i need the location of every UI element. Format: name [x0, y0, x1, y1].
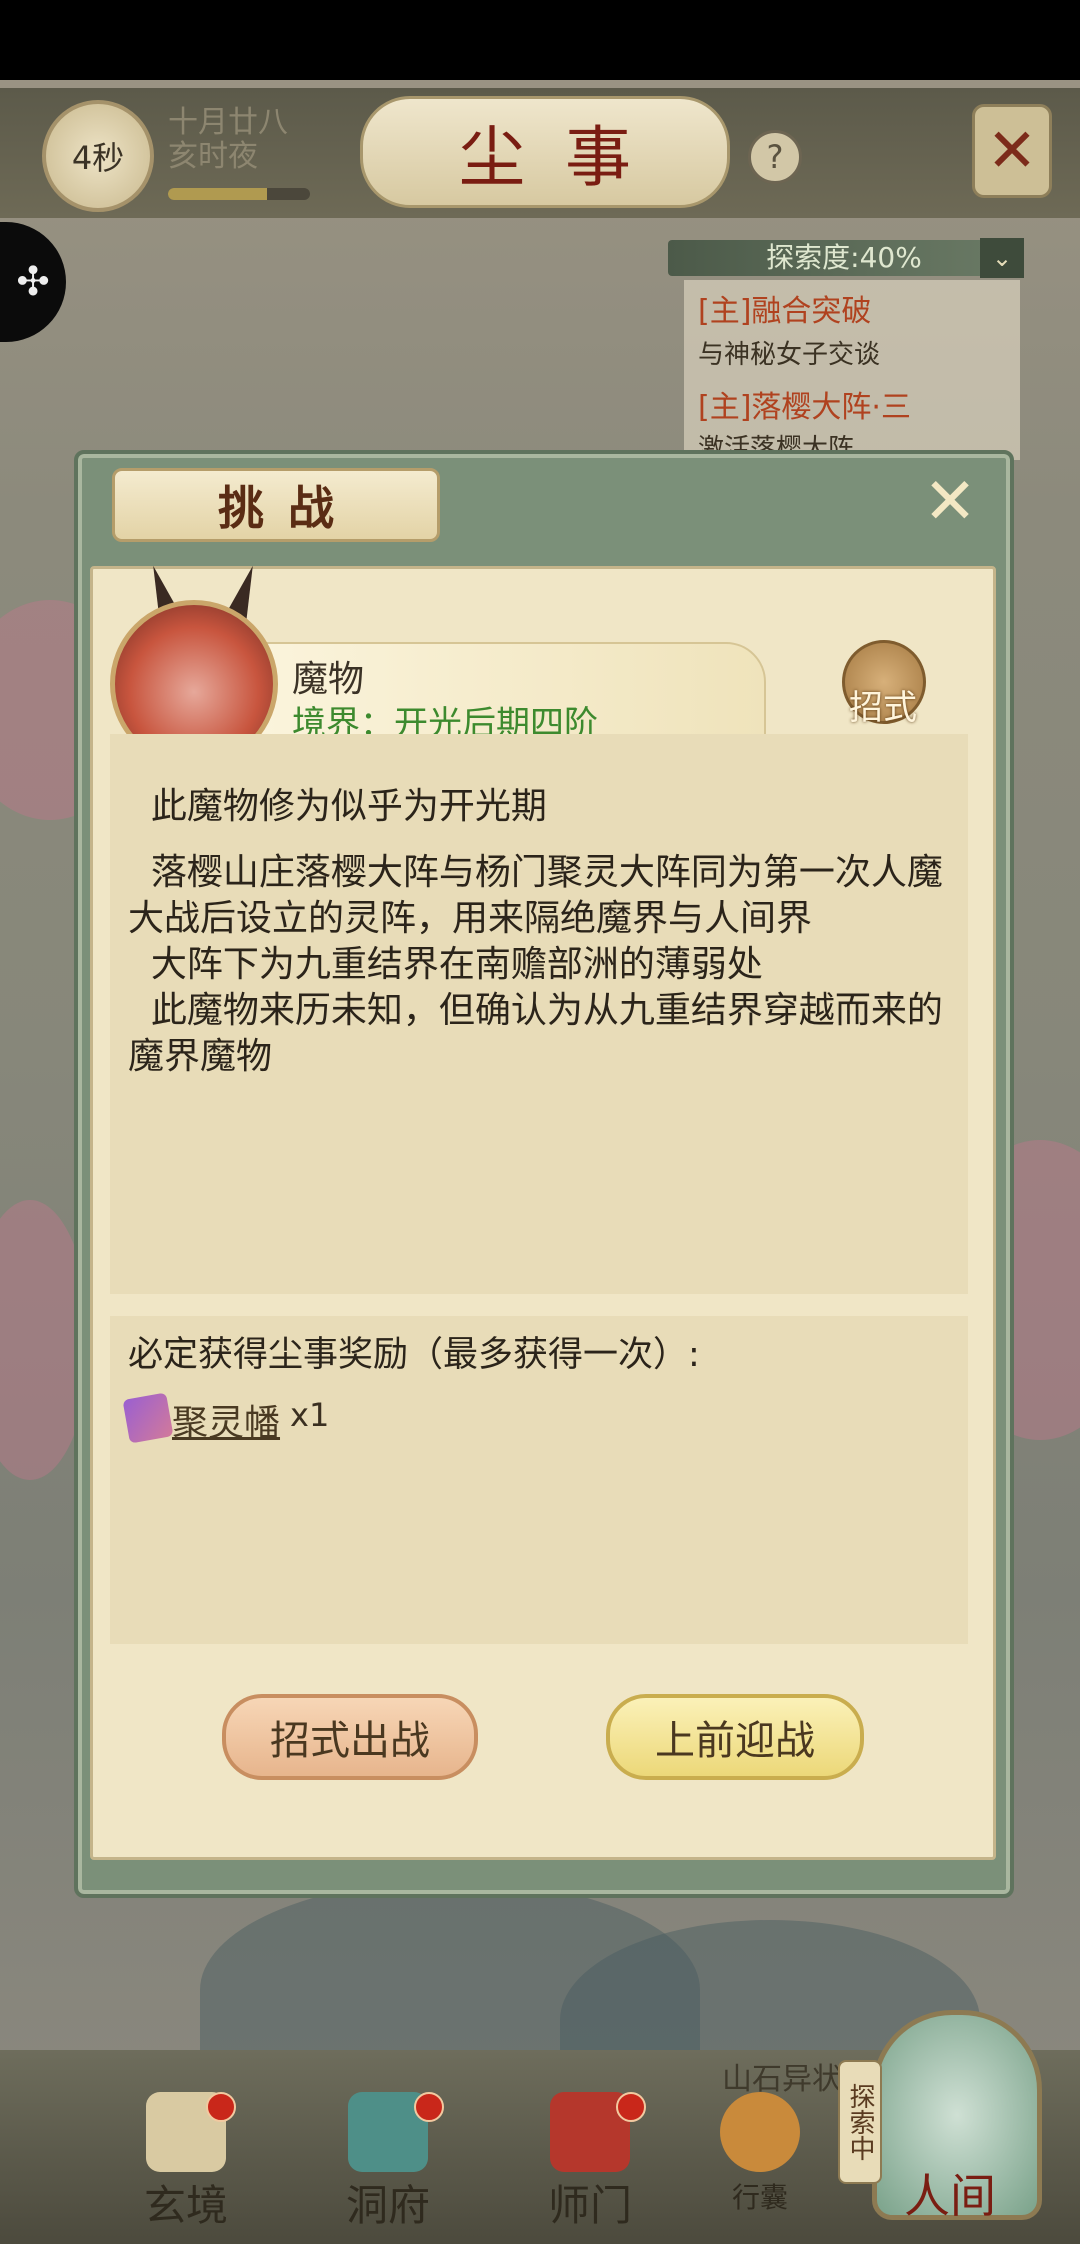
- page-title: 尘事: [360, 96, 730, 208]
- help-button[interactable]: ?: [748, 130, 802, 184]
- nav-label: 玄境: [143, 2181, 228, 2230]
- chevron-down-icon: ⌄: [991, 244, 1013, 272]
- reward-heading: 必定获得尘事奖励（最多获得一次）:: [128, 1335, 700, 1375]
- description-paragraph: 大阵下为九重结界在南赡部洲的薄弱处: [128, 944, 763, 985]
- bag-icon: [720, 2092, 800, 2172]
- quest-title[interactable]: [主]落樱大阵·三: [698, 382, 911, 426]
- nav-label: 师门: [547, 2181, 632, 2230]
- reward-item-link[interactable]: 聚灵幡: [172, 1394, 280, 1446]
- notification-dot: [616, 2092, 646, 2122]
- reward-quantity: x1: [290, 1396, 330, 1434]
- nav-xingnang[interactable]: 行囊: [700, 2092, 820, 2232]
- description-paragraph: 此魔物来历未知，但确认为从九重结界穿越而来的魔界魔物: [128, 990, 943, 1077]
- nav-dongfu[interactable]: 洞府: [328, 2092, 448, 2232]
- world-label[interactable]: 人间: [870, 2160, 1030, 2226]
- dialog-title: 挑战: [112, 468, 440, 542]
- countdown-timer: 4秒: [42, 100, 154, 212]
- time-progress-fill: [168, 188, 268, 200]
- nav-label: 洞府: [345, 2181, 430, 2230]
- moves-fight-button[interactable]: 招式出战: [222, 1694, 478, 1780]
- monster-name: 魔物: [292, 659, 365, 700]
- fight-button[interactable]: 上前迎战: [606, 1694, 864, 1780]
- banner-item-icon[interactable]: [122, 1392, 174, 1444]
- puzzle-icon: ✣: [16, 259, 50, 305]
- quest-title[interactable]: [主]融合突破: [698, 286, 871, 330]
- close-scene-button[interactable]: ✕: [972, 104, 1052, 198]
- nav-label: 行囊: [731, 2181, 788, 2214]
- date-line: 十月廿八: [168, 105, 288, 140]
- notification-dot: [206, 2092, 236, 2122]
- time-line: 亥时夜: [168, 139, 258, 174]
- notification-dot: [414, 2092, 444, 2122]
- quest-subtitle: 与神秘女子交谈: [698, 340, 881, 370]
- nav-shimen[interactable]: 师门: [530, 2092, 650, 2232]
- description-paragraph: 此魔物修为似乎为开光期: [128, 786, 547, 827]
- description-paragraph: 落樱山庄落樱大阵与杨门聚灵大阵同为第一次人魔大战后设立的灵阵，用来隔绝魔界与人间…: [128, 852, 943, 939]
- game-date: 十月廿八 亥时夜: [168, 106, 288, 174]
- close-icon: ✕: [923, 465, 977, 539]
- close-icon: ✕: [986, 116, 1038, 186]
- exploration-progress: 探索度:40%: [668, 240, 1020, 276]
- moves-label[interactable]: 招式: [838, 680, 928, 729]
- time-progress-bar: [168, 188, 310, 200]
- nav-xuanjing[interactable]: 玄境: [126, 2092, 246, 2232]
- quest-toggle-button[interactable]: ⌄: [980, 238, 1024, 278]
- dialog-close-button[interactable]: ✕: [920, 470, 980, 534]
